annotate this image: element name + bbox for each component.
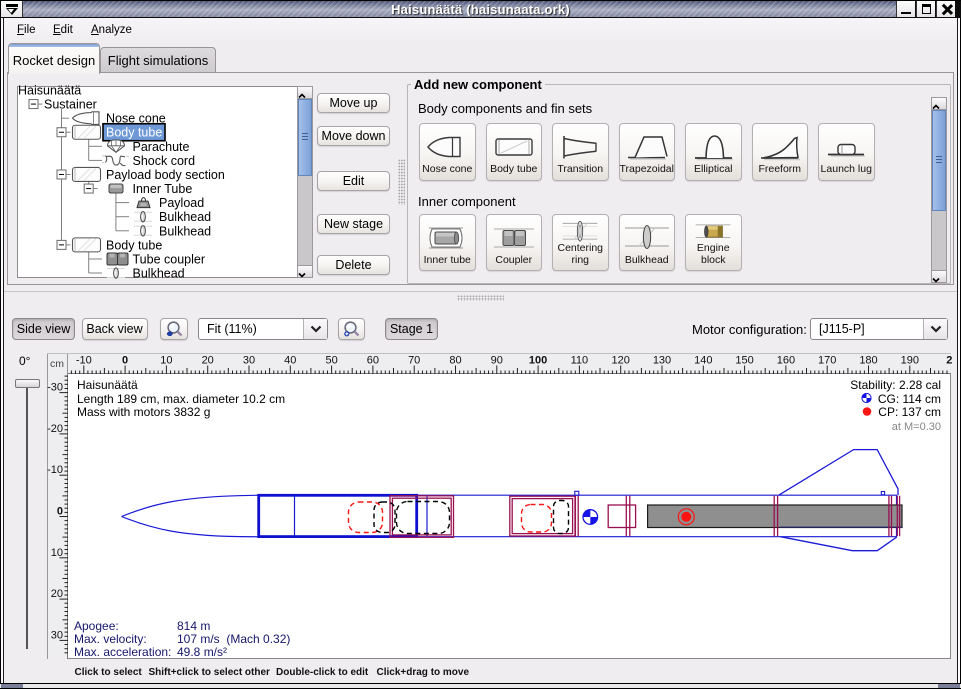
svg-text:Bulkhead: Bulkhead	[159, 210, 211, 224]
svg-text:Body tube: Body tube	[106, 238, 162, 252]
svg-text:Parachute: Parachute	[133, 140, 190, 154]
svg-text:Bulkhead: Bulkhead	[133, 267, 185, 281]
svg-text:Inner Tube: Inner Tube	[133, 182, 193, 196]
svg-text:Payload: Payload	[159, 196, 204, 210]
svg-text:Payload body section: Payload body section	[106, 168, 225, 182]
svg-text:Haisunäätä: Haisunäätä	[18, 84, 81, 98]
svg-text:Body tube: Body tube	[106, 126, 162, 140]
svg-text:Sustainer: Sustainer	[44, 98, 97, 112]
svg-text:Bulkhead: Bulkhead	[159, 224, 211, 238]
svg-text:Tube coupler: Tube coupler	[133, 252, 206, 266]
svg-text:Shock cord: Shock cord	[133, 154, 196, 168]
